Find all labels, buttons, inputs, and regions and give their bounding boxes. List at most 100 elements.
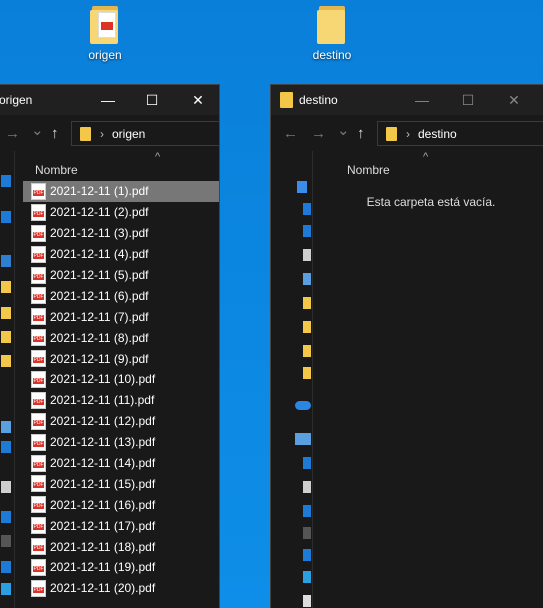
- nav-pane-item[interactable]: [1, 441, 11, 453]
- file-row[interactable]: PDF 2021-12-11 (9).pdf: [23, 348, 219, 369]
- file-row[interactable]: PDF 2021-12-11 (17).pdf: [23, 515, 219, 536]
- folder-icon: [386, 126, 397, 141]
- nav-pane-item[interactable]: [303, 273, 311, 285]
- nav-pane-item[interactable]: [303, 571, 311, 583]
- file-row[interactable]: PDF 2021-12-11 (12).pdf: [23, 411, 219, 432]
- file-row[interactable]: PDF 2021-12-11 (8).pdf: [23, 327, 219, 348]
- file-name: 2021-12-11 (9).pdf: [50, 351, 149, 366]
- nav-pane-item[interactable]: [303, 457, 311, 469]
- file-name: 2021-12-11 (1).pdf: [50, 184, 149, 199]
- pdf-label: PDF: [33, 545, 44, 552]
- file-row[interactable]: PDF 2021-12-11 (5).pdf: [23, 265, 219, 286]
- pdf-label: PDF: [33, 273, 44, 280]
- file-row[interactable]: PDF 2021-12-11 (7).pdf: [23, 306, 219, 327]
- file-row[interactable]: PDF 2021-12-11 (14).pdf: [23, 453, 219, 474]
- navigation-bar: ← → ⌄ ↑ › destino: [271, 115, 543, 151]
- nav-pane-item[interactable]: [1, 421, 11, 433]
- pdf-file-icon: PDF: [31, 182, 46, 200]
- nav-pane-item[interactable]: [1, 355, 11, 367]
- nav-pane-item[interactable]: [303, 225, 311, 237]
- nav-pane-item[interactable]: [303, 321, 311, 333]
- maximize-button[interactable]: ☐: [445, 85, 491, 115]
- recent-locations-icon[interactable]: ⌄: [337, 121, 350, 139]
- recent-locations-icon[interactable]: ⌄: [31, 121, 44, 139]
- pdf-file-icon: PDF: [31, 308, 46, 326]
- up-icon[interactable]: ↑: [51, 125, 59, 142]
- file-row[interactable]: PDF 2021-12-11 (1).pdf: [23, 181, 219, 202]
- nav-pane-item[interactable]: [1, 255, 11, 267]
- nav-pane-item[interactable]: [303, 549, 311, 561]
- close-button[interactable]: ✕: [175, 85, 219, 115]
- up-icon[interactable]: ↑: [357, 125, 365, 142]
- forward-icon[interactable]: →: [5, 125, 20, 142]
- pdf-file-icon: PDF: [31, 203, 46, 221]
- file-row[interactable]: PDF 2021-12-11 (6).pdf: [23, 285, 219, 306]
- nav-pane-item[interactable]: [1, 535, 11, 547]
- pdf-label: PDF: [33, 461, 44, 468]
- column-header-name[interactable]: ^ Nombre: [313, 151, 543, 181]
- pdf-file-icon: PDF: [31, 287, 46, 305]
- this-pc-icon[interactable]: [295, 433, 311, 445]
- nav-pane-item[interactable]: [303, 249, 311, 261]
- back-icon[interactable]: ←: [283, 125, 298, 142]
- file-rows: PDF 2021-12-11 (1).pdf PDF 2021-12-11 (2).p…: [23, 181, 219, 599]
- file-name: 2021-12-11 (11).pdf: [50, 393, 155, 408]
- pdf-label: PDF: [33, 565, 44, 572]
- pdf-label: PDF: [33, 440, 44, 447]
- desktop-icon-origen[interactable]: origen: [65, 4, 145, 62]
- file-name: 2021-12-11 (16).pdf: [50, 497, 156, 512]
- folder-icon: [80, 126, 91, 141]
- file-row[interactable]: PDF 2021-12-11 (4).pdf: [23, 244, 219, 265]
- file-row[interactable]: PDF 2021-12-11 (15).pdf: [23, 473, 219, 494]
- nav-pane-item[interactable]: [303, 595, 311, 607]
- folder-icon: [280, 92, 293, 108]
- maximize-button[interactable]: ☐: [129, 85, 175, 115]
- file-row[interactable]: PDF 2021-12-11 (11).pdf: [23, 390, 219, 411]
- column-header-name[interactable]: ^ Nombre: [23, 151, 219, 181]
- title-bar[interactable]: destino — ☐ ✕: [271, 85, 543, 115]
- nav-pane-item[interactable]: [303, 481, 311, 493]
- nav-pane-item[interactable]: [303, 203, 311, 215]
- quick-access-icon[interactable]: [297, 181, 307, 193]
- nav-pane-item[interactable]: [303, 505, 311, 517]
- file-row[interactable]: PDF 2021-12-11 (20).pdf: [23, 578, 219, 599]
- nav-pane-item[interactable]: [1, 481, 11, 493]
- nav-pane-item[interactable]: [303, 345, 311, 357]
- navigation-pane[interactable]: [271, 151, 313, 608]
- nav-pane-item[interactable]: [303, 367, 311, 379]
- pdf-file-icon: PDF: [31, 475, 46, 493]
- forward-icon[interactable]: →: [311, 125, 326, 142]
- minimize-button[interactable]: —: [399, 85, 445, 115]
- nav-pane-item[interactable]: [1, 561, 11, 573]
- nav-pane-item[interactable]: [1, 583, 11, 595]
- window-title: origen: [0, 93, 33, 107]
- file-row[interactable]: PDF 2021-12-11 (16).pdf: [23, 494, 219, 515]
- close-button[interactable]: ✕: [491, 85, 537, 115]
- onedrive-icon[interactable]: [295, 401, 311, 410]
- file-row[interactable]: PDF 2021-12-11 (13).pdf: [23, 432, 219, 453]
- pdf-label: PDF: [33, 419, 44, 426]
- nav-pane-item[interactable]: [1, 211, 11, 223]
- file-row[interactable]: PDF 2021-12-11 (10).pdf: [23, 369, 219, 390]
- address-bar[interactable]: › destino: [377, 121, 543, 146]
- nav-pane-item[interactable]: [303, 297, 311, 309]
- nav-pane-item[interactable]: [1, 511, 11, 523]
- navigation-pane[interactable]: [0, 151, 15, 608]
- address-bar[interactable]: › origen: [71, 121, 219, 146]
- file-name: 2021-12-11 (10).pdf: [50, 372, 156, 387]
- file-row[interactable]: PDF 2021-12-11 (2).pdf: [23, 202, 219, 223]
- file-name: 2021-12-11 (14).pdf: [50, 456, 156, 471]
- nav-pane-item[interactable]: [1, 307, 11, 319]
- file-row[interactable]: PDF 2021-12-11 (19).pdf: [23, 557, 219, 578]
- nav-pane-item[interactable]: [1, 175, 11, 187]
- nav-pane-item[interactable]: [303, 527, 311, 539]
- pdf-file-icon: PDF: [31, 433, 46, 451]
- column-header-label: Nombre: [35, 163, 78, 177]
- file-row[interactable]: PDF 2021-12-11 (18).pdf: [23, 536, 219, 557]
- file-row[interactable]: PDF 2021-12-11 (3).pdf: [23, 223, 219, 244]
- minimize-button[interactable]: —: [85, 85, 131, 115]
- desktop-icon-destino[interactable]: destino: [292, 4, 372, 62]
- nav-pane-item[interactable]: [1, 331, 11, 343]
- title-bar[interactable]: origen — ☐ ✕: [0, 85, 219, 115]
- nav-pane-item[interactable]: [1, 281, 11, 293]
